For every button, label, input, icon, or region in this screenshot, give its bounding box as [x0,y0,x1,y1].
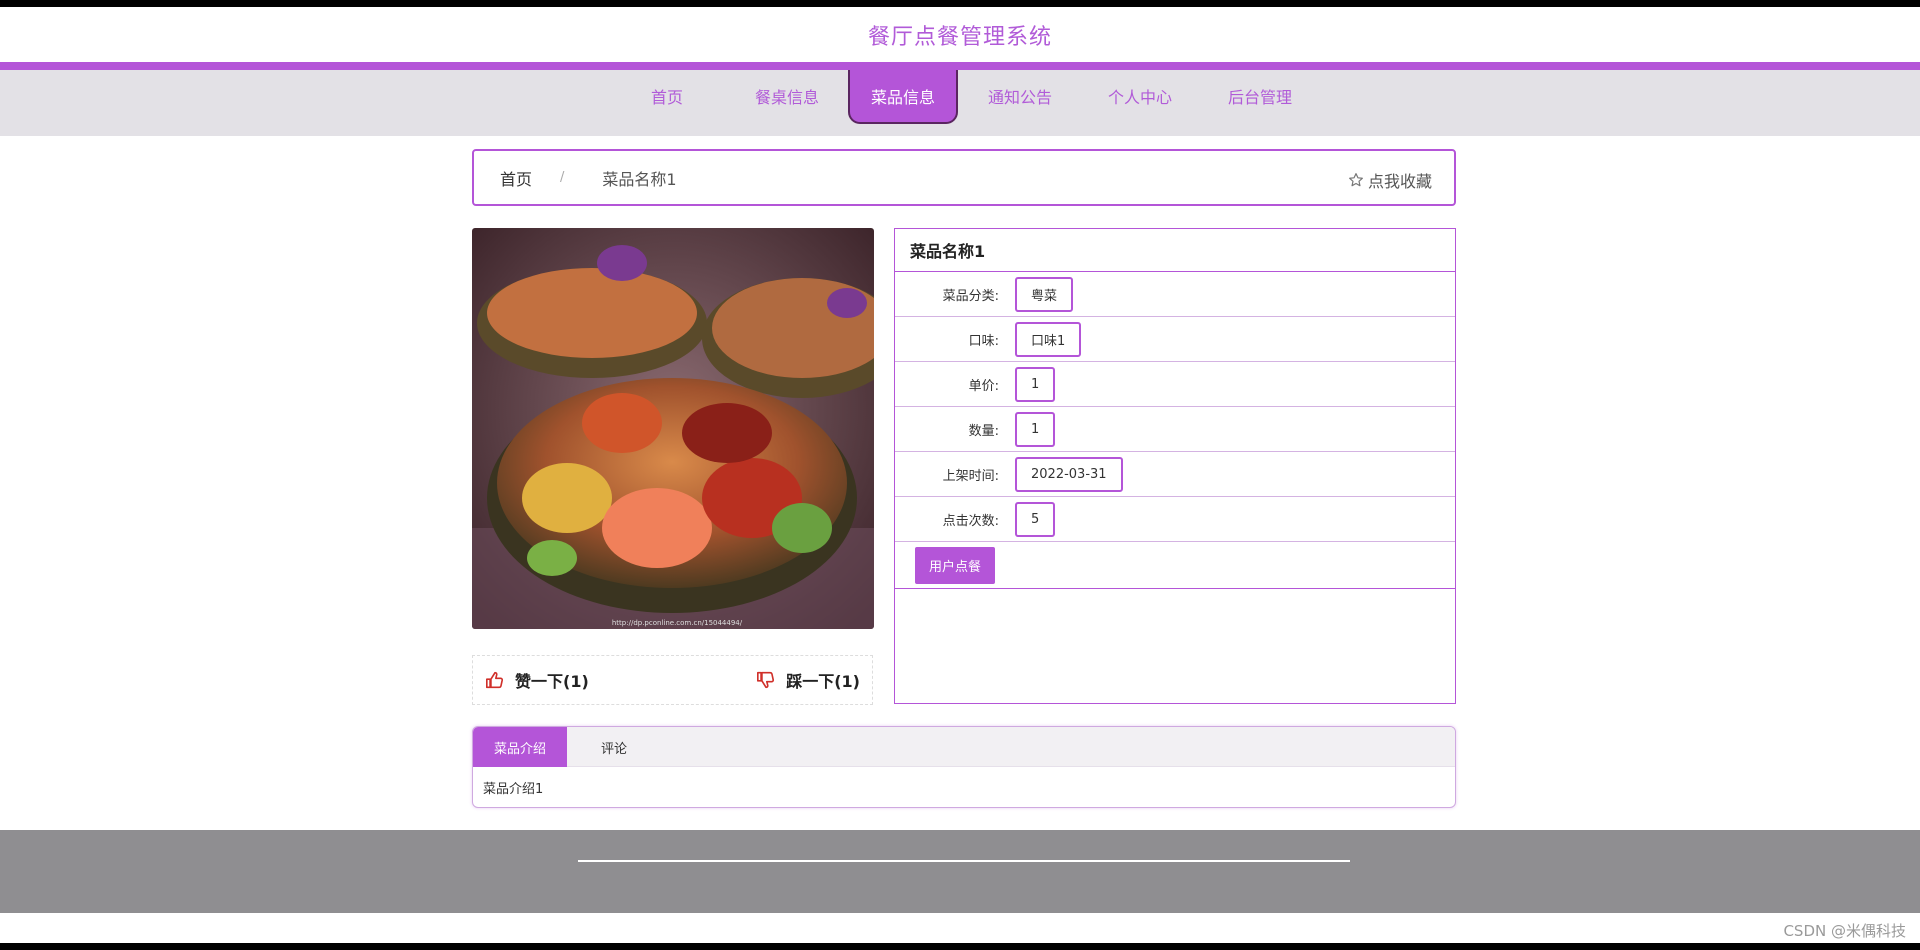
footer-divider [578,860,1350,862]
vote-bar: 赞一下(1) 踩一下(1) [472,655,873,705]
thumbs-down-icon [757,671,775,689]
nav-item-admin[interactable]: 后台管理 [1205,70,1315,122]
dish-tabs: 菜品介绍 评论 菜品介绍1 [472,726,1456,808]
order-row: 用户点餐 [895,542,1455,589]
dislike-button[interactable]: 踩一下(1) [756,668,860,692]
accent-bar [0,62,1920,70]
detail-value: 5 [1015,501,1056,537]
main-nav: 首页 餐桌信息 菜品信息 通知公告 个人中心 后台管理 [0,70,1920,136]
dish-image: http://dp.pconline.com.cn/15044494/ [472,228,874,629]
breadcrumb-separator: / [560,170,565,185]
favorite-label: 点我收藏 [1367,172,1432,191]
nav-item-home[interactable]: 首页 [612,70,722,122]
like-label: 赞一下(1) [515,672,589,691]
site-title: 餐厅点餐管理系统 [867,24,1052,50]
detail-value: 2022-03-31 [1015,456,1123,492]
detail-row-flavor: 口味: 口味1 [895,317,1455,362]
breadcrumb-current: 菜品名称1 [602,169,677,189]
detail-label: 数量: [968,423,999,439]
watermark: CSDN @米偶科技 [1783,922,1906,940]
order-button[interactable]: 用户点餐 [915,546,995,584]
tab-content: 菜品介绍1 [483,782,544,797]
detail-row-category: 菜品分类: 粤菜 [895,272,1455,317]
dish-title: 菜品名称1 [895,229,1455,272]
like-button[interactable]: 赞一下(1) [485,668,589,692]
detail-row-price: 单价: 1 [895,362,1455,407]
detail-row-clicks: 点击次数: 5 [895,497,1455,542]
nav-item-tables[interactable]: 餐桌信息 [732,70,842,122]
detail-value: 粤菜 [1015,276,1074,312]
detail-value: 1 [1015,411,1056,447]
detail-row-listed-date: 上架时间: 2022-03-31 [895,452,1455,497]
tab-comments[interactable]: 评论 [567,727,661,767]
site-header: 餐厅点餐管理系统 [0,7,1920,62]
detail-label: 菜品分类: [942,288,999,304]
nav-item-notices[interactable]: 通知公告 [965,70,1075,122]
star-outline-icon [1349,173,1363,187]
image-caption: http://dp.pconline.com.cn/15044494/ [612,619,743,627]
breadcrumb: 首页 / 菜品名称1 点我收藏 [472,149,1456,206]
detail-label: 单价: [968,378,999,394]
detail-value: 口味1 [1015,321,1082,357]
detail-row-quantity: 数量: 1 [895,407,1455,452]
nav-item-profile[interactable]: 个人中心 [1085,70,1195,122]
footer [0,830,1920,913]
thumbs-up-icon [486,671,504,689]
detail-value: 1 [1015,366,1056,402]
favorite-button[interactable]: 点我收藏 [1348,168,1432,192]
detail-label: 上架时间: [942,468,999,484]
tab-header: 菜品介绍 评论 [473,727,1455,767]
detail-label: 口味: [968,333,999,349]
detail-label: 点击次数: [942,513,999,529]
nav-item-dishes[interactable]: 菜品信息 [848,70,958,124]
dislike-label: 踩一下(1) [786,672,860,691]
breadcrumb-home[interactable]: 首页 [500,166,532,190]
tab-introduction[interactable]: 菜品介绍 [473,727,567,767]
dish-detail-panel: 菜品名称1 菜品分类: 粤菜 口味: 口味1 单价: 1 数量: 1 上架时间:… [894,228,1456,704]
